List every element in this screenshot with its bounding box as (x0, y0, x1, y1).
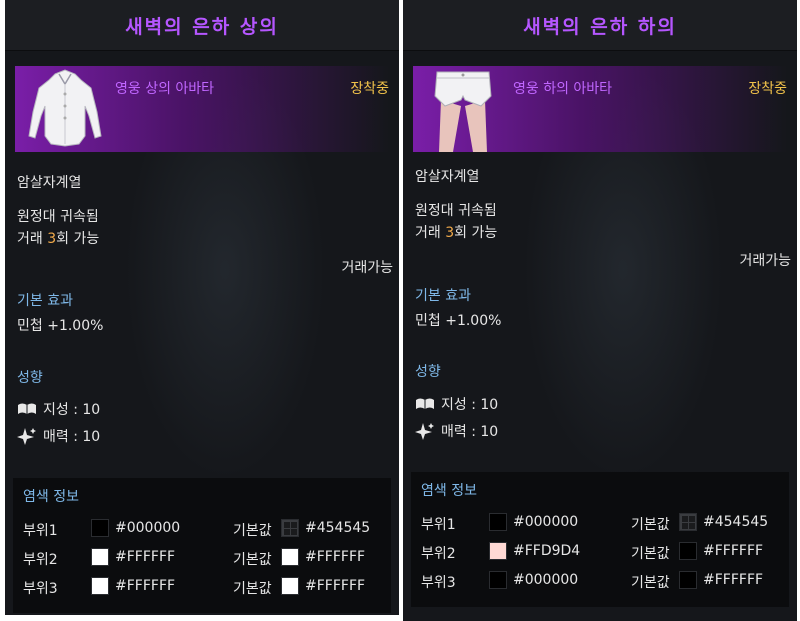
default-swatch (281, 548, 299, 566)
dye-row: 부위2 #FFFFFF 기본값 #FFFFFF (23, 547, 383, 569)
tendency-intellect-value: 지성 : 10 (441, 397, 499, 413)
dye-part: 부위3 (23, 581, 58, 597)
equipped-badge: 장착중 (350, 81, 389, 97)
item-title: 새벽의 은하 상의 (125, 15, 279, 38)
default-label: 기본값 (233, 523, 272, 539)
default-swatch (281, 519, 299, 537)
dye-row: 부위3 #FFFFFF 기본값 #FFFFFF (23, 576, 383, 598)
dye-info: 염색 정보 부위1 #000000 기본값 #454545 부위2 #FFFFF… (13, 478, 391, 613)
title-bar: 새벽의 은하 상의 (5, 0, 399, 51)
default-label: 기본값 (233, 552, 272, 568)
base-effect-title: 기본 효과 (415, 288, 471, 304)
dye-hex: #FFD9D4 (513, 543, 581, 559)
dye-part: 부위1 (23, 523, 58, 539)
dye-info: 염색 정보 부위1 #000000 기본값 #454545 부위2 #FFD9D… (411, 472, 789, 607)
bound-status: 원정대 귀속됨 (17, 209, 99, 225)
tendency-charm: 매력 : 10 (17, 426, 100, 446)
trade-count: 3 (47, 231, 57, 247)
dye-hex: #FFFFFF (115, 549, 176, 565)
sparkle-icon (17, 428, 36, 445)
default-hex: #FFFFFF (305, 549, 366, 565)
base-effect-value: 민첩 +1.00% (415, 313, 502, 329)
trade-suffix: 회 가능 (454, 225, 498, 241)
default-hex: #FFFFFF (305, 578, 366, 594)
default-swatch (679, 571, 697, 589)
base-effect-value: 민첩 +1.00% (17, 318, 104, 334)
tendency-intellect: 지성 : 10 (17, 399, 100, 419)
equipped-badge: 장착중 (748, 81, 787, 97)
item-header: 영웅 상의 아바타 장착중 (15, 66, 389, 152)
default-swatch (679, 513, 697, 531)
white-shorts-icon (423, 66, 503, 152)
trade-prefix: 거래 (17, 231, 48, 247)
trade-limit: 거래 3회 가능 (17, 228, 99, 248)
default-label: 기본값 (631, 575, 670, 591)
dye-swatch (91, 577, 109, 595)
default-hex: #454545 (305, 520, 371, 536)
item-tooltip-bottom: 새벽의 은하 하의 영웅 하의 아바타 장착중 암살자계열 원정대 귀속됨 거래… (403, 0, 797, 621)
default-hex: #FFFFFF (703, 543, 764, 559)
dye-title: 염색 정보 (421, 483, 477, 499)
default-hex: #454545 (703, 514, 769, 530)
default-swatch (679, 542, 697, 560)
trade-limit: 거래 3회 가능 (415, 222, 497, 242)
base-effect-title: 기본 효과 (17, 293, 73, 309)
dye-swatch (489, 513, 507, 531)
tendency-charm: 매력 : 10 (415, 421, 498, 441)
white-blouse-icon (25, 66, 105, 152)
dye-swatch (91, 548, 109, 566)
dye-hex: #000000 (513, 514, 579, 530)
trade-prefix: 거래 (415, 225, 446, 241)
dye-row: 부위1 #000000 기본값 #454545 (23, 518, 383, 540)
tendency-charm-value: 매력 : 10 (43, 429, 101, 445)
dye-row: 부위2 #FFD9D4 기본값 #FFFFFF (421, 541, 781, 563)
tradable-label: 거래가능 (739, 253, 791, 269)
dye-part: 부위3 (421, 575, 456, 591)
item-tooltip-top: 새벽의 은하 상의 영웅 상의 아바타 장착중 암살자계열 원정대 귀속됨 거래… (5, 0, 399, 615)
dye-swatch (489, 571, 507, 589)
default-swatch (281, 577, 299, 595)
dye-part: 부위2 (421, 546, 456, 562)
dye-hex: #000000 (115, 520, 181, 536)
bound-status: 원정대 귀속됨 (415, 203, 497, 219)
class-restriction: 암살자계열 (17, 175, 82, 191)
default-label: 기본값 (631, 546, 670, 562)
default-hex: #FFFFFF (703, 572, 764, 588)
dye-hex: #000000 (513, 572, 579, 588)
dye-part: 부위2 (23, 552, 58, 568)
default-label: 기본값 (631, 517, 670, 533)
dye-hex: #FFFFFF (115, 578, 176, 594)
avatar-grade-label: 영웅 상의 아바타 (115, 81, 215, 97)
open-book-icon (18, 403, 36, 414)
title-bar: 새벽의 은하 하의 (403, 0, 797, 51)
item-header: 영웅 하의 아바타 장착중 (413, 66, 787, 152)
dye-title: 염색 정보 (23, 489, 79, 505)
avatar-grade-label: 영웅 하의 아바타 (513, 81, 613, 97)
class-restriction: 암살자계열 (415, 169, 480, 185)
dye-row: 부위1 #000000 기본값 #454545 (421, 512, 781, 534)
tradable-label: 거래가능 (341, 260, 393, 276)
trade-count: 3 (445, 225, 455, 241)
sparkle-icon (415, 423, 434, 440)
tendency-title: 성향 (17, 370, 43, 386)
item-title: 새벽의 은하 하의 (523, 15, 677, 38)
default-label: 기본값 (233, 581, 272, 597)
dye-row: 부위3 #000000 기본값 #FFFFFF (421, 570, 781, 592)
dye-swatch (489, 542, 507, 560)
trade-suffix: 회 가능 (56, 231, 100, 247)
tendency-intellect-value: 지성 : 10 (43, 402, 101, 418)
tendency-charm-value: 매력 : 10 (441, 424, 499, 440)
tendency-title: 성향 (415, 364, 441, 380)
open-book-icon (416, 398, 434, 409)
dye-swatch (91, 519, 109, 537)
dye-part: 부위1 (421, 517, 456, 533)
tendency-intellect: 지성 : 10 (415, 394, 498, 414)
